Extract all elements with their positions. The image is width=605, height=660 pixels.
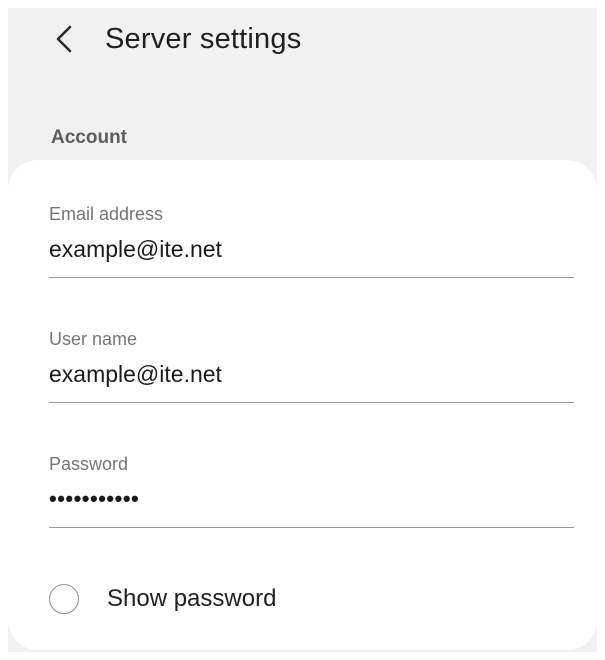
chevron-left-icon (55, 24, 73, 54)
back-button[interactable] (46, 21, 82, 57)
account-card: Email address User name Password •••••••… (8, 160, 597, 650)
username-input[interactable] (49, 359, 574, 389)
password-field-label: Password (49, 454, 129, 474)
page-title: Server settings (105, 23, 302, 55)
username-field-label: User name (49, 329, 138, 349)
username-field: User name (49, 327, 574, 403)
server-settings-screen: Server settings Account Email address Us… (8, 8, 597, 652)
show-password-toggle[interactable]: Show password (49, 578, 276, 620)
password-input[interactable]: ••••••••••• (49, 484, 574, 514)
password-field-underline (49, 527, 574, 528)
app-header: Server settings (8, 8, 597, 68)
show-password-label: Show password (107, 585, 277, 612)
email-input[interactable] (49, 234, 574, 264)
section-label-account: Account (51, 127, 127, 148)
show-password-radio[interactable] (49, 584, 79, 614)
email-field: Email address (49, 202, 574, 278)
email-field-underline (49, 277, 574, 278)
username-field-underline (49, 402, 574, 403)
password-field: Password ••••••••••• (49, 452, 574, 528)
email-field-label: Email address (49, 204, 164, 224)
